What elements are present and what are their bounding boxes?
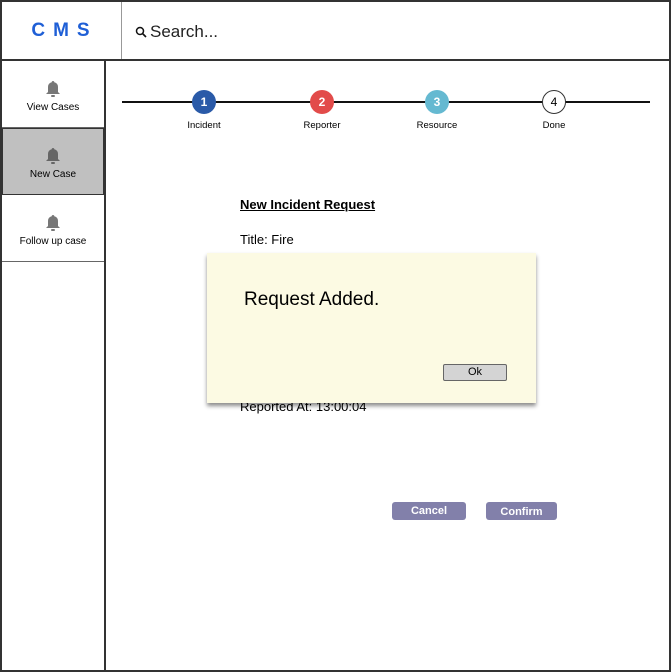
window-frame [0, 0, 671, 672]
